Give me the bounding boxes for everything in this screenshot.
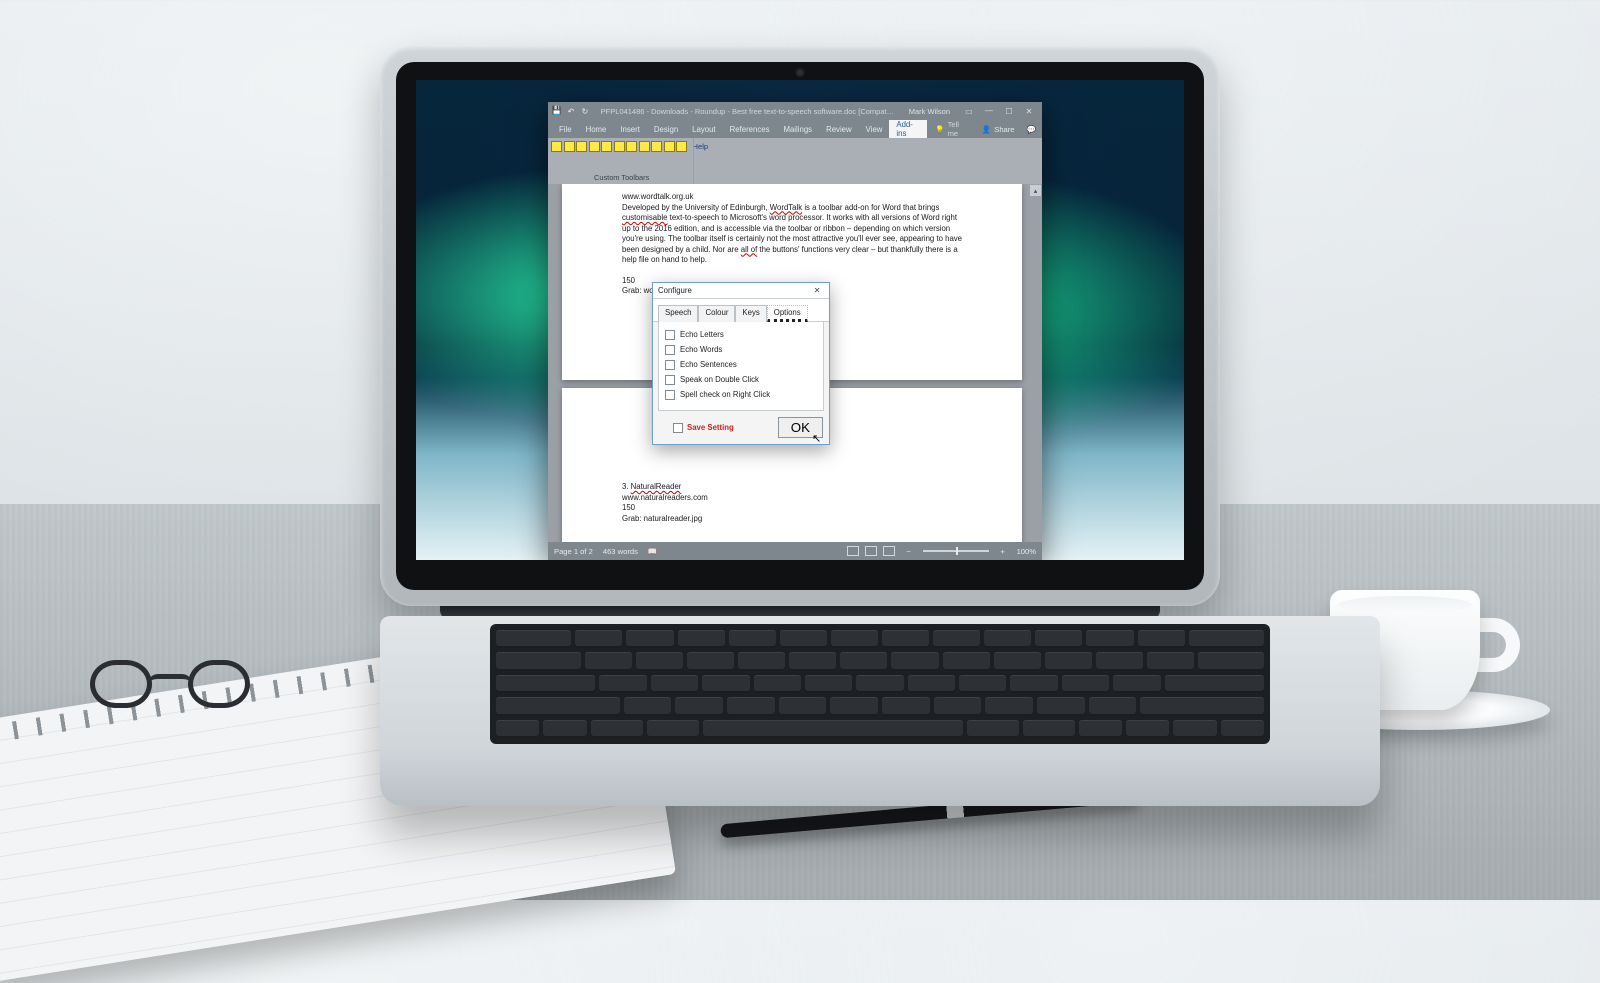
grab-line-2: Grab: naturalreader.jpg: [622, 514, 966, 525]
opt-echo-sentences[interactable]: Echo Sentences: [665, 357, 817, 372]
web-layout-icon[interactable]: [883, 546, 895, 556]
read-mode-icon[interactable]: [847, 546, 859, 556]
title-bar[interactable]: 💾 ↶ ↻ PFPL041486 - Downloads - Roundup -…: [548, 102, 1042, 120]
toolbar-button[interactable]: [676, 141, 687, 152]
comments-icon[interactable]: 💬: [1021, 120, 1042, 138]
page-indicator[interactable]: Page 1 of 2: [554, 547, 593, 556]
toolbar-button[interactable]: [564, 141, 575, 152]
share-icon: 👤: [982, 125, 991, 134]
ribbon-group-label: Custom Toolbars: [594, 173, 649, 182]
dialog-titlebar[interactable]: Configure ✕: [653, 283, 829, 299]
toolbar-button[interactable]: [626, 141, 637, 152]
configure-dialog: Configure ✕ Speech Colour Keys Options E…: [652, 282, 830, 445]
laptop-screen: 💾 ↶ ↻ PFPL041486 - Downloads - Roundup -…: [416, 80, 1184, 560]
naturalreader-url: www.naturalreaders.com: [622, 493, 966, 504]
scroll-up-icon[interactable]: ▴: [1030, 185, 1041, 196]
tab-options[interactable]: Options: [767, 305, 808, 322]
menu-file[interactable]: File: [552, 120, 579, 138]
zoom-in-icon[interactable]: +: [999, 547, 1007, 556]
wordtalk-link[interactable]: WordTalk: [770, 203, 802, 212]
lightbulb-icon: 💡: [935, 125, 944, 134]
ribbon-options-icon[interactable]: ▭: [960, 106, 978, 116]
toolbar-button[interactable]: [576, 141, 587, 152]
maximize-icon[interactable]: ☐: [1000, 106, 1018, 116]
menu-view[interactable]: View: [859, 120, 890, 138]
menu-design[interactable]: Design: [647, 120, 685, 138]
toolbar-button[interactable]: [614, 141, 625, 152]
section-3-title: 3. NaturalReader: [622, 482, 966, 493]
menu-home[interactable]: Home: [579, 120, 614, 138]
dialog-title: Configure: [658, 286, 692, 295]
toolbar-button[interactable]: [651, 141, 662, 152]
ribbon: Help Custom Toolbars: [548, 138, 1042, 184]
undo-icon[interactable]: ↶: [566, 106, 576, 116]
toolbar-button[interactable]: [589, 141, 600, 152]
tell-me[interactable]: 💡Tell me: [927, 120, 976, 138]
checkbox[interactable]: [665, 345, 675, 355]
menu-addins[interactable]: Add-ins: [889, 120, 927, 138]
naturalreader-link[interactable]: NaturalReader: [631, 482, 682, 491]
checkbox[interactable]: [665, 375, 675, 385]
tab-keys[interactable]: Keys: [735, 305, 766, 322]
toolbar-button[interactable]: [664, 141, 675, 152]
minimize-icon[interactable]: —: [980, 106, 998, 116]
menu-review[interactable]: Review: [819, 120, 859, 138]
ok-button[interactable]: OK: [778, 417, 823, 438]
menu-layout[interactable]: Layout: [685, 120, 722, 138]
help-link[interactable]: Help: [693, 142, 709, 151]
menu-insert[interactable]: Insert: [613, 120, 647, 138]
window-title: PFPL041486 - Downloads - Roundup - Best …: [596, 107, 899, 116]
document-area[interactable]: ▴ www.wordtalk.org.uk Developed by the U…: [548, 184, 1042, 542]
view-buttons: [847, 546, 895, 556]
toolbar-button[interactable]: [601, 141, 612, 152]
allof-text: all of: [741, 245, 757, 254]
word-count[interactable]: 463 words: [603, 547, 638, 556]
wordtalk-url: www.wordtalk.org.uk: [622, 192, 966, 203]
tab-colour[interactable]: Colour: [698, 305, 735, 322]
camera-dot: [797, 69, 804, 76]
wordtalk-toolbar: Help: [548, 138, 711, 154]
zoom-slider[interactable]: [923, 550, 989, 552]
opt-spellcheck-right-click[interactable]: Spell check on Right Click: [665, 387, 817, 402]
close-icon[interactable]: ✕: [1020, 106, 1038, 116]
tab-speech[interactable]: Speech: [658, 305, 698, 322]
zoom-level[interactable]: 100%: [1017, 547, 1036, 556]
dialog-tabs: Speech Colour Keys Options: [653, 299, 829, 322]
opt-echo-letters[interactable]: Echo Letters: [665, 327, 817, 342]
opt-speak-double-click[interactable]: Speak on Double Click: [665, 372, 817, 387]
glasses-prop: [90, 660, 250, 720]
menu-references[interactable]: References: [723, 120, 777, 138]
share-button[interactable]: 👤Share: [976, 120, 1021, 138]
save-icon[interactable]: 💾: [552, 106, 562, 116]
spellcheck-icon[interactable]: 📖: [648, 547, 657, 556]
keyboard-prop: [490, 624, 1270, 744]
checkbox[interactable]: [665, 390, 675, 400]
checkbox[interactable]: [665, 360, 675, 370]
menu-mailings[interactable]: Mailings: [776, 120, 819, 138]
toolbar-button[interactable]: [639, 141, 650, 152]
redo-icon[interactable]: ↻: [580, 106, 590, 116]
checkbox[interactable]: [665, 330, 675, 340]
toolbar-button[interactable]: [551, 141, 562, 152]
save-setting[interactable]: Save Setting: [673, 423, 734, 433]
user-name[interactable]: Mark Wilson: [905, 107, 954, 116]
dialog-close-icon[interactable]: ✕: [810, 286, 824, 295]
body-paragraph: Developed by the University of Edinburgh…: [622, 203, 966, 266]
checkbox[interactable]: [673, 423, 683, 433]
word-window: 💾 ↶ ↻ PFPL041486 - Downloads - Roundup -…: [548, 102, 1042, 560]
zoom-out-icon[interactable]: −: [905, 547, 913, 556]
laptop-mockup: 💾 ↶ ↻ PFPL041486 - Downloads - Roundup -…: [380, 46, 1220, 806]
status-bar: Page 1 of 2 463 words 📖 − + 100%: [548, 542, 1042, 560]
options-panel: Echo Letters Echo Words Echo Sentences S…: [658, 322, 824, 411]
menu-bar: File Home Insert Design Layout Reference…: [548, 120, 1042, 138]
opt-echo-words[interactable]: Echo Words: [665, 342, 817, 357]
customisable-link: customisable: [622, 213, 668, 222]
print-layout-icon[interactable]: [865, 546, 877, 556]
line-150-2: 150: [622, 503, 966, 514]
